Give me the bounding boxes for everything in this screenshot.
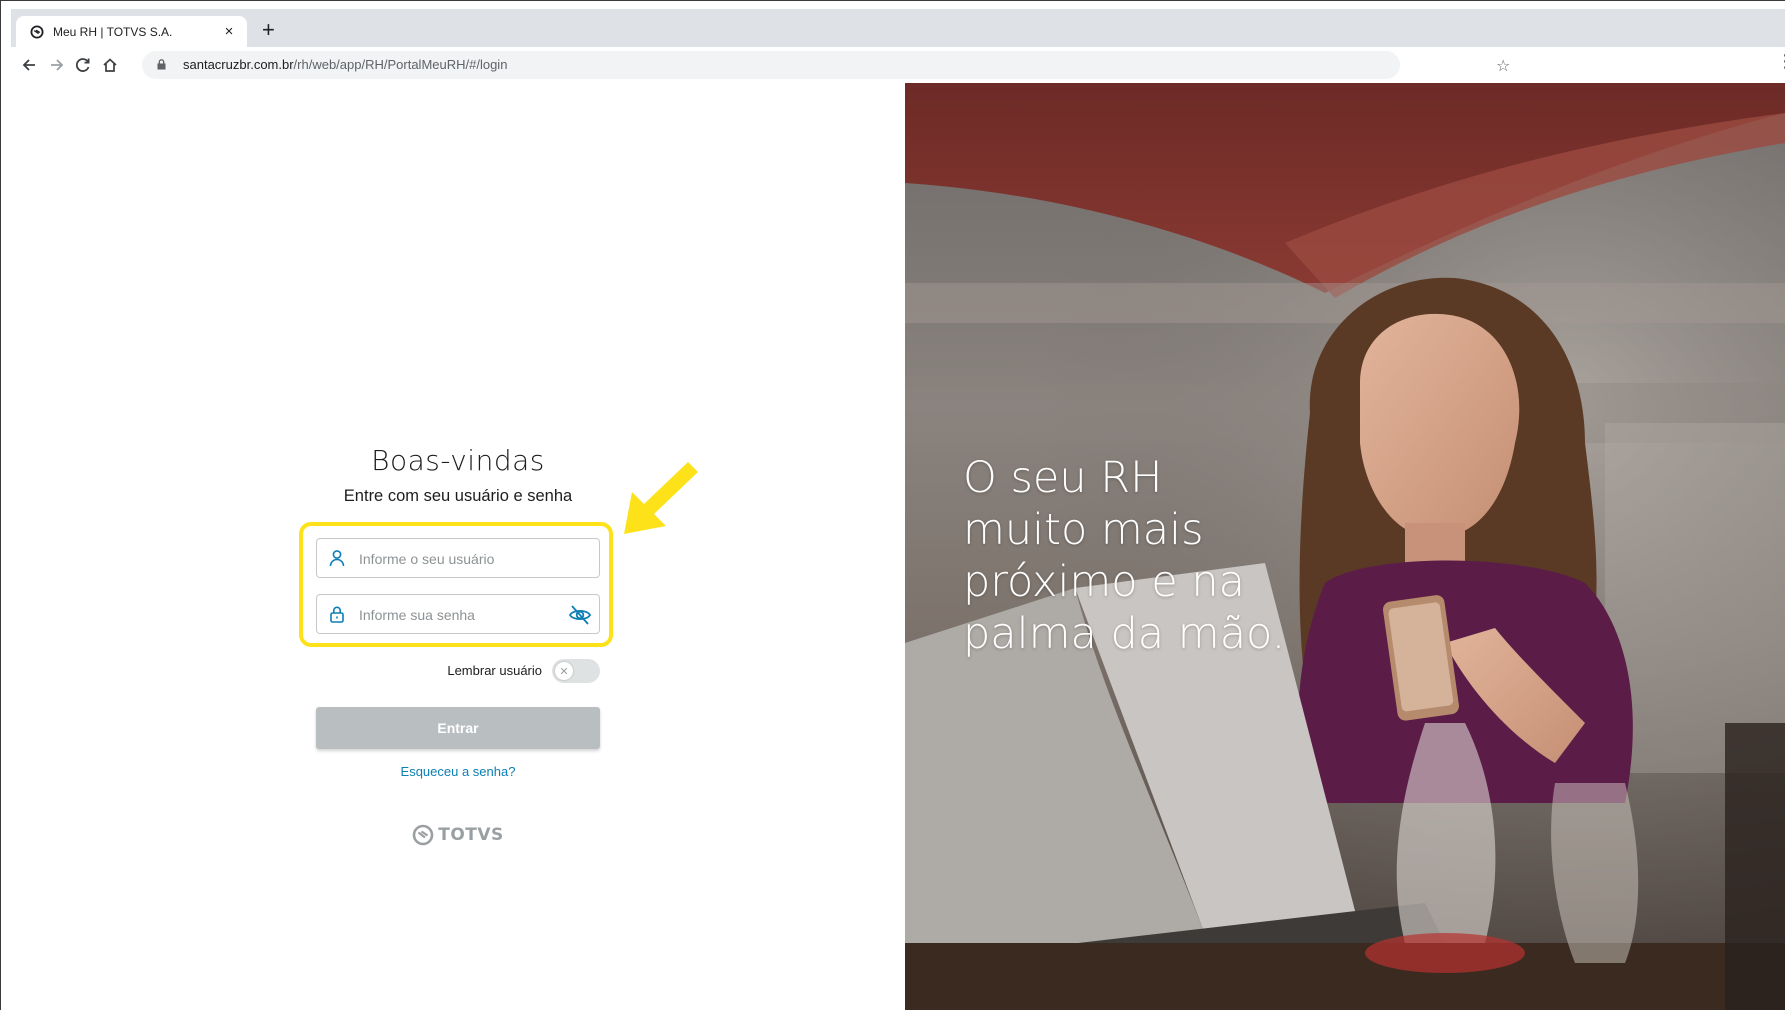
totvs-logo: TOTVS [11, 824, 905, 846]
reload-button[interactable] [73, 55, 93, 75]
forward-arrow-icon [51, 59, 64, 71]
username-field[interactable] [316, 538, 600, 578]
forgot-password-link[interactable]: Esqueceu a senha? [11, 764, 905, 779]
hero-tagline: O seu RH muito mais próximo e na palma d… [963, 452, 1343, 660]
hero-tagline-line: muito mais [963, 505, 1204, 555]
reload-icon [75, 58, 90, 72]
login-subtitle: Entre com seu usuário e senha [343, 487, 573, 505]
remember-user-toggle[interactable]: ✕ [552, 659, 600, 683]
hero-image: O seu RH muito mais próximo e na palma d… [905, 83, 1785, 1010]
tab-close-icon[interactable]: × [221, 23, 237, 40]
hide-password-eye-icon[interactable] [568, 604, 592, 626]
user-icon [329, 550, 345, 567]
browser-menu-icon[interactable]: ⋮ [1776, 51, 1785, 72]
lock-icon [157, 59, 166, 70]
page-title: Boas-vindas [371, 444, 545, 477]
remember-user-row: Lembrar usuário ✕ [11, 659, 600, 683]
home-button[interactable] [100, 55, 120, 75]
back-arrow-icon [22, 59, 35, 71]
bookmark-star-icon[interactable]: ☆ [1496, 56, 1510, 76]
yellow-arrow-annotation-icon [624, 462, 698, 534]
lock-icon [330, 606, 344, 623]
new-tab-button[interactable]: + [262, 19, 275, 41]
url-text: santacruzbr.com.br/rh/web/app/RH/PortalM… [183, 57, 507, 72]
brand-name: TOTVS [438, 825, 504, 845]
url-host: santacruzbr.com.br [183, 57, 294, 72]
url-path: /rh/web/app/RH/PortalMeuRH/#/login [293, 57, 508, 72]
remember-user-label: Lembrar usuário [447, 663, 542, 678]
home-icon [103, 58, 117, 72]
totvs-logo-icon [412, 824, 434, 846]
browser-tab-strip: Meu RH | TOTVS S.A. × + [11, 9, 1785, 47]
hero-tagline-line: palma da mão. [963, 609, 1286, 659]
address-bar[interactable]: santacruzbr.com.br/rh/web/app/RH/PortalM… [142, 51, 1510, 79]
tab-title: Meu RH | TOTVS S.A. [53, 24, 173, 39]
totvs-favicon-icon [30, 25, 44, 38]
hero-tagline-line: próximo e na [963, 557, 1245, 607]
hero-tagline-line: O seu RH [963, 453, 1163, 503]
back-button[interactable] [19, 55, 39, 75]
submit-login-button[interactable]: Entrar [316, 707, 600, 749]
password-input[interactable] [357, 603, 551, 627]
forward-button[interactable] [47, 55, 67, 75]
browser-tab-active[interactable]: Meu RH | TOTVS S.A. × [16, 16, 247, 47]
login-panel: Boas-vindas Entre com seu usuário e senh… [11, 83, 905, 1010]
password-field[interactable] [316, 594, 600, 634]
toggle-off-x-icon: ✕ [555, 662, 573, 680]
username-input[interactable] [357, 547, 551, 571]
browser-toolbar: santacruzbr.com.br/rh/web/app/RH/PortalM… [11, 47, 1785, 84]
